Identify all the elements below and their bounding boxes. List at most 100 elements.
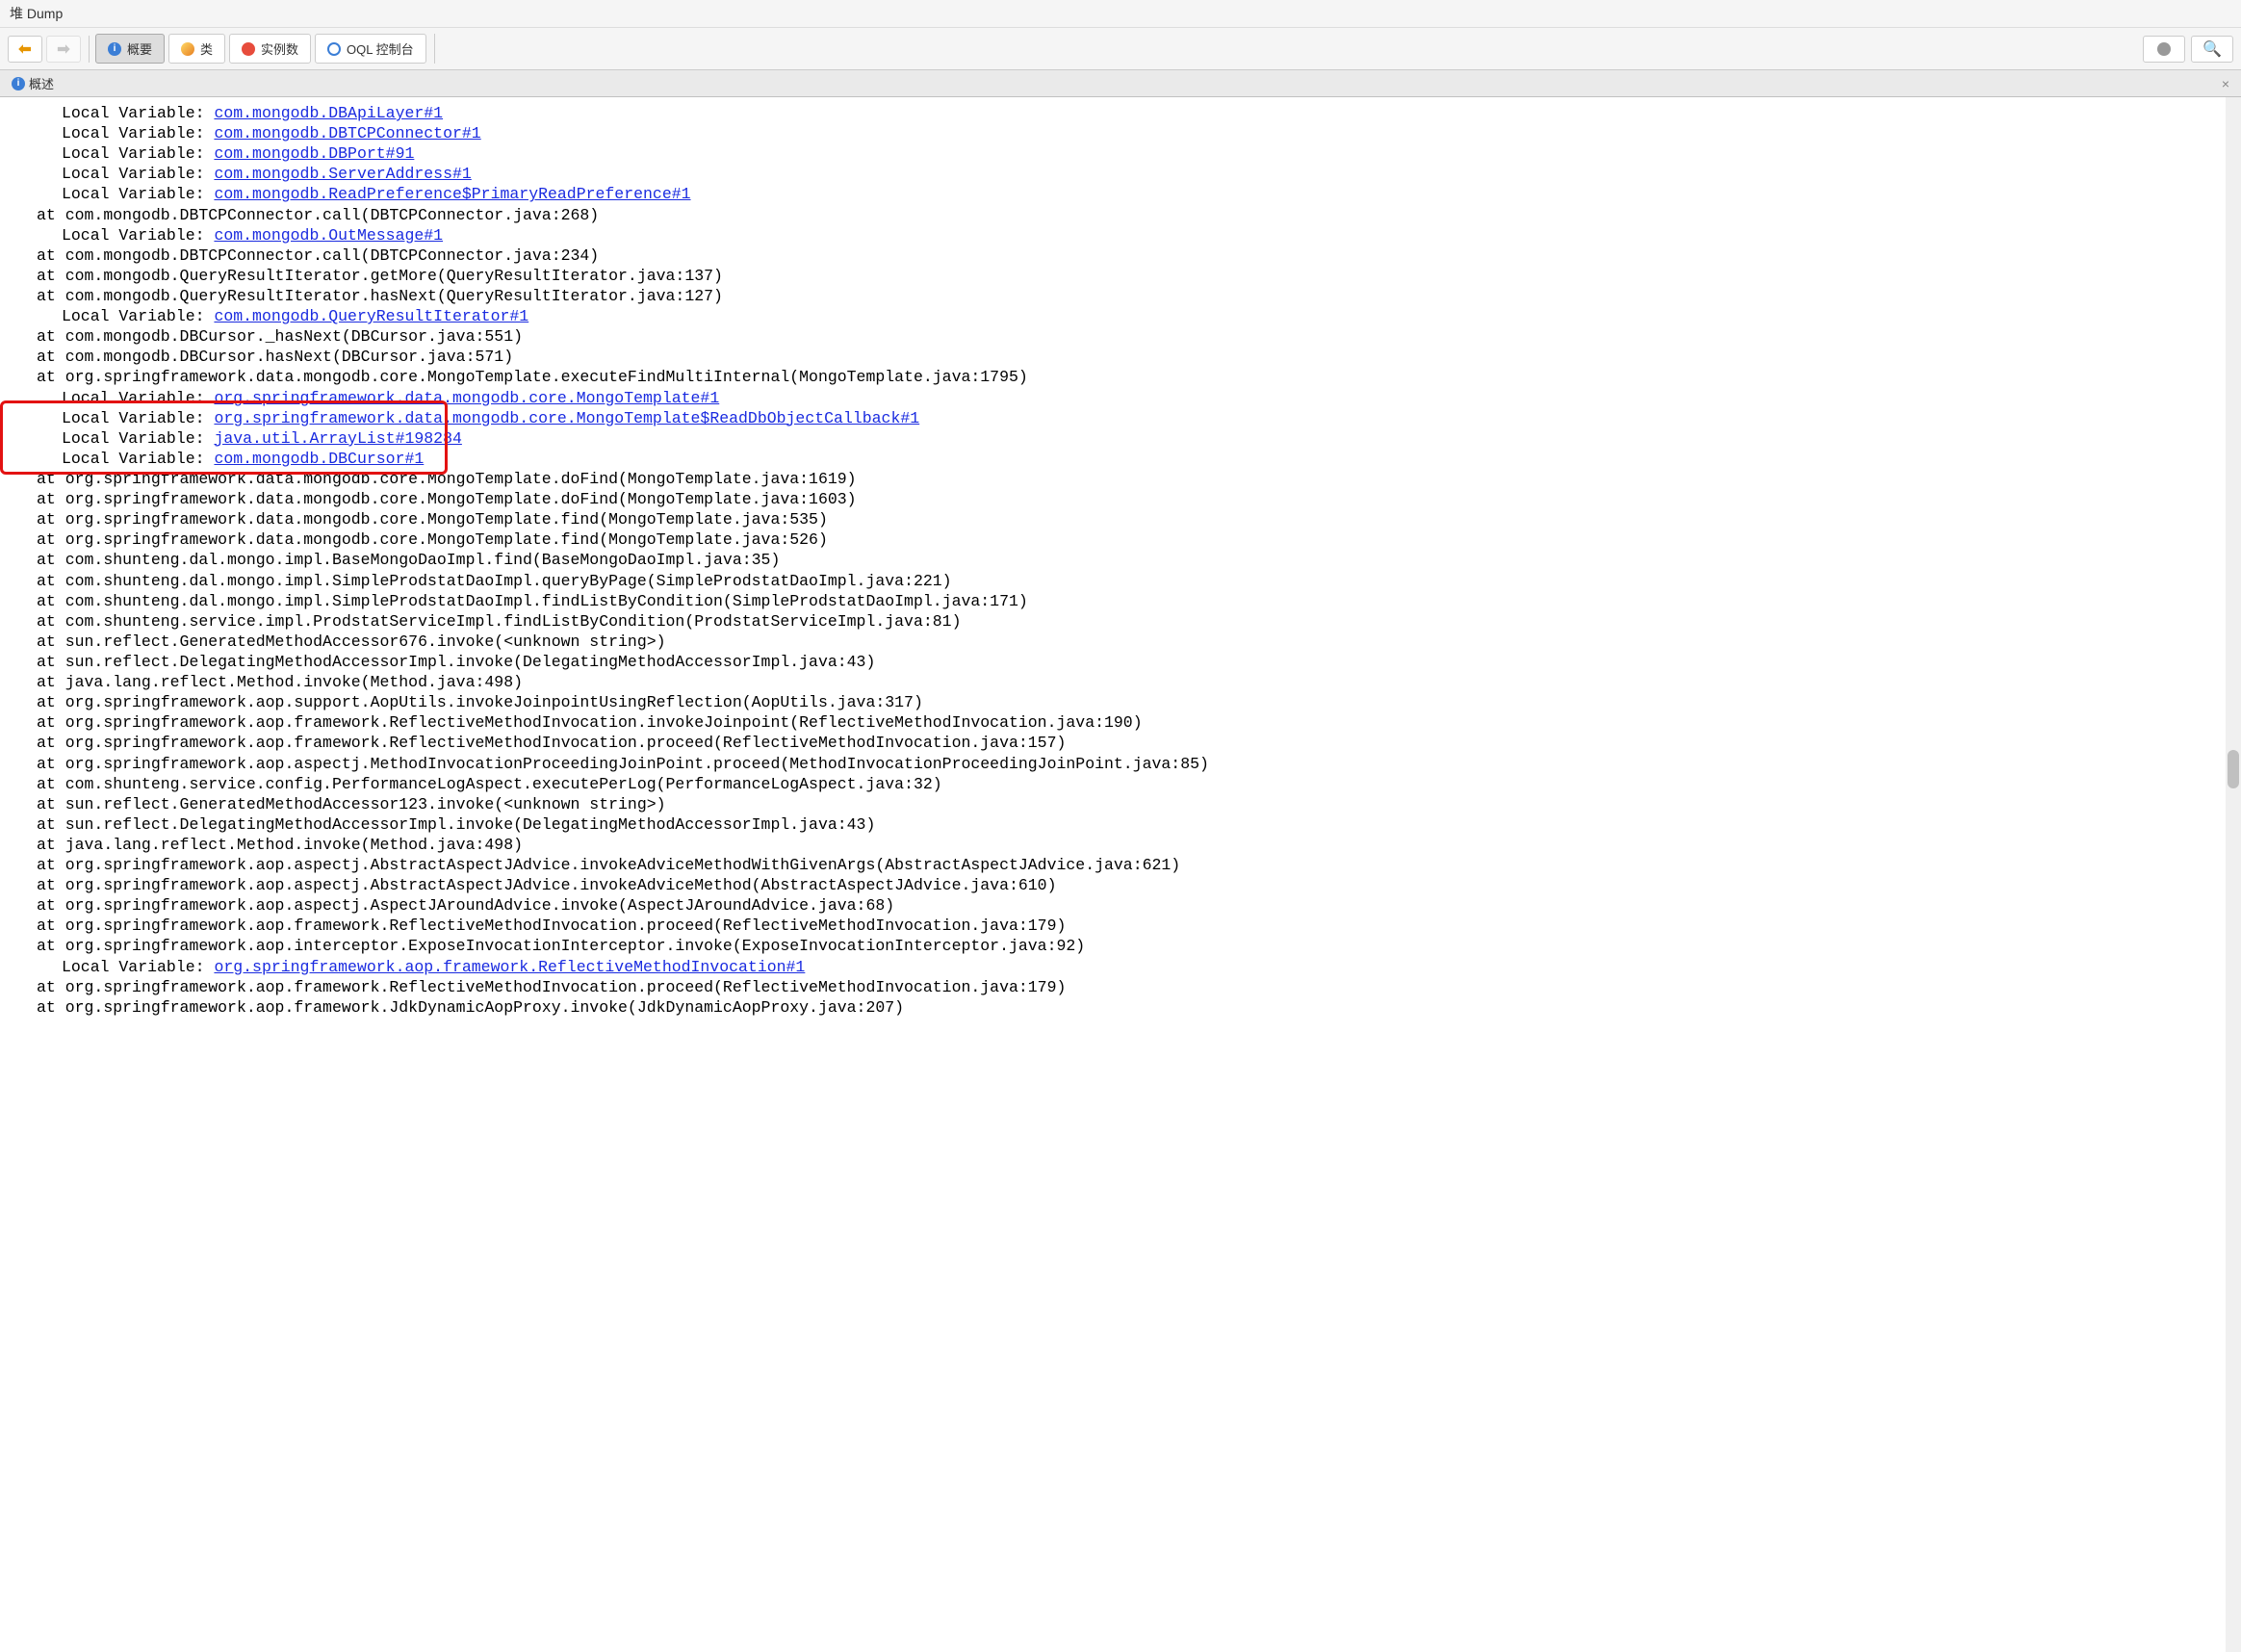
local-variable-prefix: Local Variable: [62,450,214,468]
at-prefix: at [37,246,65,265]
scrollbar-thumb[interactable] [2228,750,2239,788]
oql-label: OQL 控制台 [347,39,414,58]
status-button[interactable] [2143,36,2185,63]
class-reference-link[interactable]: org.springframework.aop.framework.Reflec… [214,958,805,976]
nav-back-button[interactable]: ⬅ [8,36,42,63]
class-reference-link[interactable]: com.mongodb.ServerAddress#1 [214,165,471,183]
at-prefix: at [37,530,65,549]
local-variable-prefix: Local Variable: [62,124,214,142]
trace-line: at com.mongodb.DBTCPConnector.call(DBTCP… [10,245,2231,266]
at-prefix: at [37,978,65,996]
trace-line: at sun.reflect.GeneratedMethodAccessor12… [10,794,2231,814]
classes-button[interactable]: 类 [168,34,225,64]
oql-icon [327,42,341,56]
class-reference-link[interactable]: com.mongodb.ReadPreference$PrimaryReadPr… [214,185,690,203]
instances-button[interactable]: 实例数 [229,34,311,64]
trace-line: at org.springframework.aop.framework.Jdk… [10,997,2231,1018]
class-reference-link[interactable]: com.mongodb.DBTCPConnector#1 [214,124,480,142]
at-prefix: at [37,755,65,773]
class-reference-link[interactable]: com.mongodb.DBPort#91 [214,144,414,163]
at-prefix: at [37,713,65,732]
trace-line: at org.springframework.data.mongodb.core… [10,509,2231,529]
class-reference-link[interactable]: org.springframework.data.mongodb.core.Mo… [214,409,919,427]
trace-line: Local Variable: com.mongodb.DBApiLayer#1 [10,103,2231,123]
search-button[interactable]: 🔍 [2191,36,2233,63]
arrow-right-icon: ➡ [57,39,69,59]
trace-line: at com.mongodb.QueryResultIterator.hasNe… [10,286,2231,306]
at-prefix: at [37,876,65,894]
stack-frame-text: org.springframework.data.mongodb.core.Mo… [65,530,828,549]
class-reference-link[interactable]: com.mongodb.OutMessage#1 [214,226,443,245]
local-variable-prefix: Local Variable: [62,185,214,203]
at-prefix: at [37,734,65,752]
trace-line: at java.lang.reflect.Method.invoke(Metho… [10,835,2231,855]
stack-frame-text: org.springframework.data.mongodb.core.Mo… [65,368,1028,386]
oql-console-button[interactable]: OQL 控制台 [315,34,426,64]
gray-circle-icon [2157,42,2171,56]
class-reference-link[interactable]: com.mongodb.QueryResultIterator#1 [214,307,528,325]
at-prefix: at [37,815,65,834]
local-variable-prefix: Local Variable: [62,165,214,183]
stack-frame-text: org.springframework.aop.aspectj.Abstract… [65,856,1181,874]
stack-frame-text: org.springframework.aop.framework.Reflec… [65,734,1067,752]
stack-frame-text: com.mongodb.DBCursor._hasNext(DBCursor.j… [65,327,523,346]
trace-line: Local Variable: org.springframework.data… [10,388,2231,408]
local-variable-prefix: Local Variable: [62,144,214,163]
tab-bar: i 概述 × [0,70,2241,97]
at-prefix: at [37,612,65,631]
trace-line: at com.shunteng.dal.mongo.impl.BaseMongo… [10,550,2231,570]
stack-frame-text: com.mongodb.DBTCPConnector.call(DBTCPCon… [65,246,600,265]
at-prefix: at [37,470,65,488]
trace-line: at org.springframework.aop.aspectj.Abstr… [10,855,2231,875]
at-prefix: at [37,632,65,651]
class-reference-link[interactable]: java.util.ArrayList#198284 [214,429,461,448]
trace-line: at org.springframework.data.mongodb.core… [10,529,2231,550]
stack-frame-text: org.springframework.aop.interceptor.Expo… [65,937,1085,955]
tab-label: 概述 [29,74,54,92]
scrollbar[interactable] [2226,97,2241,1652]
trace-line: at org.springframework.data.mongodb.core… [10,489,2231,509]
trace-line: at org.springframework.data.mongodb.core… [10,469,2231,489]
stack-frame-text: org.springframework.aop.aspectj.Abstract… [65,876,1057,894]
stack-frame-text: org.springframework.aop.framework.Reflec… [65,916,1067,935]
stack-frame-text: com.shunteng.dal.mongo.impl.BaseMongoDao… [65,551,781,569]
class-reference-link[interactable]: com.mongodb.DBApiLayer#1 [214,104,443,122]
trace-line: at org.springframework.aop.support.AopUt… [10,692,2231,712]
overview-button[interactable]: i 概要 [95,34,165,64]
stack-frame-text: org.springframework.data.mongodb.core.Mo… [65,490,857,508]
trace-line: at com.mongodb.DBTCPConnector.call(DBTCP… [10,205,2231,225]
at-prefix: at [37,673,65,691]
info-icon: i [108,42,121,56]
trace-line: Local Variable: java.util.ArrayList#1982… [10,428,2231,449]
class-reference-link[interactable]: com.mongodb.DBCursor#1 [214,450,424,468]
stack-frame-text: org.springframework.aop.framework.Reflec… [65,713,1143,732]
tab-close-button[interactable]: × [2214,74,2237,93]
overview-tab[interactable]: i 概述 [4,72,62,94]
at-prefix: at [37,267,65,285]
trace-line: Local Variable: org.springframework.data… [10,408,2231,428]
instances-label: 实例数 [261,39,298,58]
info-icon: i [12,77,25,90]
nav-forward-button[interactable]: ➡ [46,36,81,63]
trace-line: at sun.reflect.DelegatingMethodAccessorI… [10,652,2231,672]
trace-line: at com.mongodb.QueryResultIterator.getMo… [10,266,2231,286]
stack-frame-text: com.shunteng.service.impl.ProdstatServic… [65,612,962,631]
trace-line: at com.shunteng.service.config.Performan… [10,774,2231,794]
trace-line: at com.mongodb.DBCursor._hasNext(DBCurso… [10,326,2231,347]
trace-line: at org.springframework.aop.aspectj.Aspec… [10,895,2231,916]
at-prefix: at [37,795,65,813]
trace-line: at com.shunteng.dal.mongo.impl.SimplePro… [10,571,2231,591]
stack-frame-text: sun.reflect.DelegatingMethodAccessorImpl… [65,653,876,671]
stack-frame-text: org.springframework.aop.support.AopUtils… [65,693,923,711]
class-reference-link[interactable]: org.springframework.data.mongodb.core.Mo… [214,389,719,407]
at-prefix: at [37,572,65,590]
trace-line: Local Variable: com.mongodb.DBPort#91 [10,143,2231,164]
at-prefix: at [37,775,65,793]
classes-label: 类 [200,39,213,58]
stack-frame-text: sun.reflect.GeneratedMethodAccessor123.i… [65,795,666,813]
trace-line: at org.springframework.aop.framework.Ref… [10,712,2231,733]
local-variable-prefix: Local Variable: [62,104,214,122]
trace-line: at org.springframework.data.mongodb.core… [10,367,2231,387]
trace-line: at org.springframework.aop.framework.Ref… [10,977,2231,997]
trace-line: Local Variable: org.springframework.aop.… [10,957,2231,977]
